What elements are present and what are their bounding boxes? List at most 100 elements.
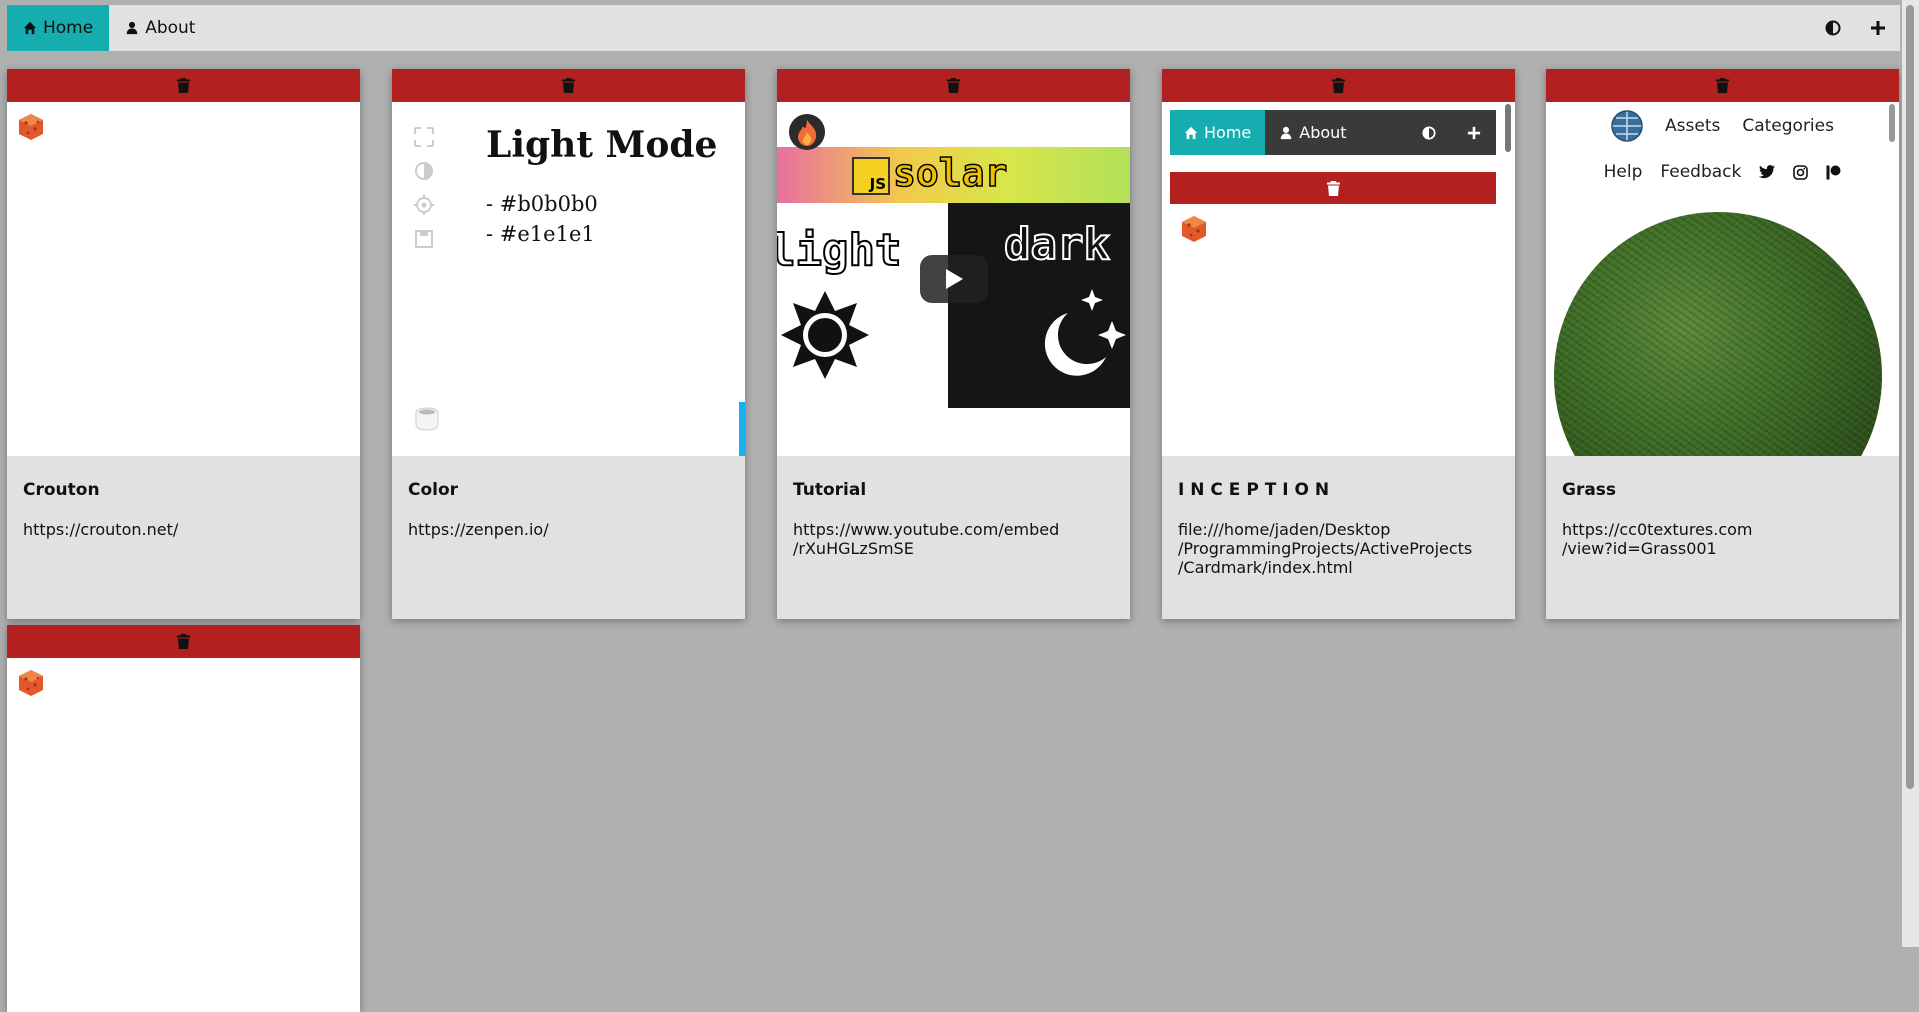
- video-title[interactable]: CSS Theme Switcher by Re...: [839, 122, 1075, 142]
- channel-avatar[interactable]: [789, 114, 825, 150]
- nav-about[interactable]: About: [109, 5, 211, 51]
- card-preview[interactable]: [7, 102, 360, 456]
- flame-icon: [798, 120, 817, 146]
- home-icon: [23, 21, 37, 35]
- card-url-line: https://www.youtube.com/embed: [793, 520, 1060, 539]
- delete-card-button[interactable]: [7, 69, 360, 102]
- trash-icon: [177, 78, 190, 93]
- card-grass: Assets Categories Help Feedback Grass ht…: [1546, 69, 1899, 619]
- crouton-icon: [19, 114, 43, 140]
- instagram-icon[interactable]: [1793, 164, 1809, 180]
- dark-panel: dark: [948, 203, 1130, 408]
- card-info: Tutorial https://www.youtube.com/embed /…: [777, 480, 1130, 619]
- embedded-scrollbar[interactable]: [1889, 104, 1895, 142]
- card-url-line: /ProgrammingProjects/ActiveProjects: [1178, 539, 1473, 558]
- card-preview[interactable]: Home About: [1162, 102, 1515, 456]
- globe-logo-icon[interactable]: [1611, 110, 1643, 142]
- contrast-icon[interactable]: [413, 160, 435, 182]
- grass-texture-sphere: [1554, 212, 1882, 456]
- target-icon[interactable]: [413, 194, 435, 216]
- expand-icon[interactable]: [413, 126, 435, 148]
- card-title: I N C E P T I O N: [1178, 480, 1330, 500]
- trash-icon: [1326, 180, 1340, 196]
- dark-word: dark: [1003, 218, 1111, 271]
- card-url[interactable]: https://crouton.net/: [23, 520, 344, 539]
- patreon-icon[interactable]: [1826, 165, 1841, 180]
- card-title: Crouton: [23, 480, 100, 500]
- delete-card-button[interactable]: [1162, 69, 1515, 102]
- embedded-nav-about[interactable]: About: [1265, 110, 1360, 155]
- delete-card-button[interactable]: [392, 69, 745, 102]
- trash-icon: [177, 634, 190, 649]
- delete-card-button[interactable]: [1546, 69, 1899, 102]
- nav-home-label: Home: [43, 18, 94, 38]
- site-nav-categories[interactable]: Categories: [1742, 116, 1834, 136]
- youtube-embed[interactable]: JS solar light dark CSS Theme Switcher b…: [777, 102, 1130, 456]
- zenpen-line: - #b0b0b0: [486, 192, 598, 216]
- more-options-icon[interactable]: [1095, 122, 1101, 142]
- card-title: Tutorial: [793, 480, 867, 500]
- zenpen-heading: Light Mode: [486, 124, 718, 166]
- card-tutorial: JS solar light dark CSS Theme Switcher b…: [777, 69, 1130, 619]
- site-nav-feedback[interactable]: Feedback: [1660, 162, 1741, 182]
- card-url[interactable]: https://www.youtube.com/embed /rXuHGLzSm…: [793, 520, 1114, 558]
- card-preview[interactable]: Assets Categories Help Feedback: [1546, 102, 1899, 456]
- save-icon[interactable]: [413, 228, 435, 250]
- card-crouton: Crouton https://crouton.net/: [7, 69, 360, 619]
- light-word: light: [777, 224, 902, 277]
- scrollbar-thumb[interactable]: [1906, 5, 1914, 789]
- user-icon: [1281, 126, 1292, 139]
- embedded-scrollbar[interactable]: [1505, 104, 1511, 152]
- embedded-site-nav: Assets Categories: [1546, 110, 1899, 142]
- card-url[interactable]: file:///home/jaden/Desktop /ProgrammingP…: [1178, 520, 1499, 577]
- trash-icon: [562, 78, 575, 93]
- embedded-add-button[interactable]: [1451, 110, 1496, 155]
- video-header: CSS Theme Switcher by Re...: [777, 102, 1130, 162]
- plus-icon: [1467, 126, 1480, 139]
- embedded-site-subnav: Help Feedback: [1546, 162, 1899, 182]
- coffee-cup-icon: [415, 407, 439, 431]
- theme-toggle-button[interactable]: [1810, 5, 1855, 51]
- add-card-button[interactable]: [1855, 5, 1900, 51]
- trash-icon: [1332, 78, 1345, 93]
- twitter-icon[interactable]: [1759, 165, 1776, 179]
- card-url[interactable]: https://zenpen.io/: [408, 520, 729, 539]
- play-button[interactable]: [920, 255, 988, 303]
- play-icon: [946, 269, 963, 289]
- page-scrollbar[interactable]: [1902, 0, 1919, 947]
- embedded-card: [1170, 172, 1496, 456]
- trash-icon: [1716, 78, 1729, 93]
- contrast-icon: [1825, 20, 1840, 36]
- card-preview[interactable]: [7, 658, 360, 1012]
- embedded-nav-home[interactable]: Home: [1170, 110, 1266, 155]
- embedded-nav: Home About: [1170, 110, 1496, 155]
- card-inception: Home About I N C E P T I O N file:///hom…: [1162, 69, 1515, 619]
- moon-icon: [1044, 289, 1126, 376]
- home-icon: [1184, 126, 1198, 139]
- delete-card-button[interactable]: [7, 625, 360, 658]
- card-info: Color https://zenpen.io/: [392, 480, 745, 619]
- contrast-icon: [1421, 125, 1436, 140]
- card-title: Color: [408, 480, 459, 500]
- card-crouton-2: [7, 625, 360, 1012]
- card-preview[interactable]: Light Mode - #b0b0b0 - #e1e1e1: [392, 102, 745, 456]
- nav-home[interactable]: Home: [7, 5, 110, 51]
- trash-icon: [947, 78, 960, 93]
- site-nav-help[interactable]: Help: [1604, 162, 1643, 182]
- card-url[interactable]: https://cc0textures.com /view?id=Grass00…: [1562, 520, 1883, 558]
- card-url-line: file:///home/jaden/Desktop: [1178, 520, 1391, 539]
- embedded-theme-toggle[interactable]: [1406, 110, 1451, 155]
- embedded-nav-home-label: Home: [1204, 123, 1252, 142]
- card-title: Grass: [1562, 480, 1617, 500]
- zenpen-line: - #e1e1e1: [486, 222, 595, 246]
- crouton-icon: [19, 670, 43, 696]
- user-icon: [126, 21, 138, 35]
- embedded-delete-button[interactable]: [1170, 172, 1496, 204]
- card-info: I N C E P T I O N file:///home/jaden/Des…: [1162, 480, 1515, 619]
- crouton-icon: [1182, 216, 1206, 242]
- delete-card-button[interactable]: [777, 69, 1130, 102]
- site-nav-assets[interactable]: Assets: [1665, 116, 1720, 136]
- card-info: Crouton https://crouton.net/: [7, 480, 360, 619]
